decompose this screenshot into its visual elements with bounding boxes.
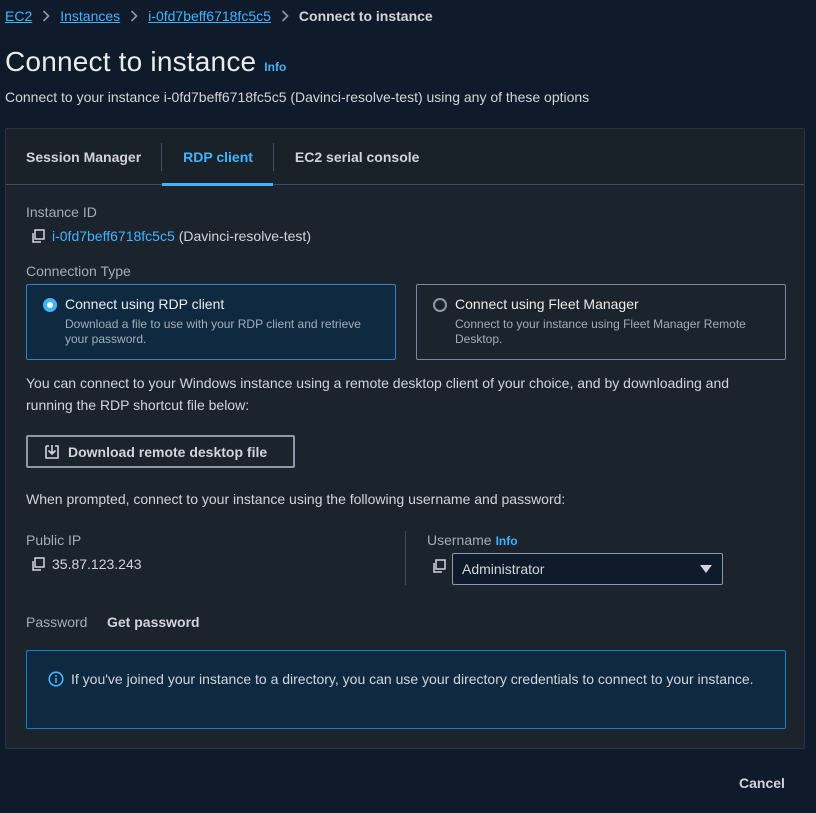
- username-label: Username: [427, 532, 492, 548]
- tab-rdp-client[interactable]: RDP client: [162, 129, 273, 186]
- radio-connect-fleet-manager[interactable]: Connect using Fleet Manager Connect to y…: [416, 284, 786, 360]
- prompt-text: When prompted, connect to your instance …: [26, 491, 566, 507]
- instance-name: (Davinci-resolve-test): [178, 228, 311, 244]
- title-info-link[interactable]: Info: [264, 60, 286, 74]
- page-title: Connect to instance: [5, 46, 257, 77]
- public-ip-value: 35.87.123.243: [52, 556, 142, 572]
- connect-panel: Session Manager RDP client EC2 serial co…: [5, 128, 805, 749]
- column-divider: [405, 531, 406, 585]
- tab-ec2-serial-console[interactable]: EC2 serial console: [274, 129, 440, 185]
- password-label: Password: [26, 614, 88, 630]
- page-subtitle: Connect to your instance i-0fd7beff6718f…: [5, 89, 590, 105]
- breadcrumb: EC2 Instances i-0fd7beff6718fc5c5 Connec…: [5, 6, 433, 26]
- chevron-right-icon: [281, 10, 289, 22]
- breadcrumb-ec2-link[interactable]: EC2: [5, 8, 32, 24]
- download-button-label: Download remote desktop file: [68, 443, 268, 460]
- radio-description: Download a file to use with your RDP cli…: [65, 317, 361, 346]
- chevron-right-icon: [130, 10, 138, 22]
- instance-id-row: i-0fd7beff6718fc5c5 (Davinci-resolve-tes…: [30, 228, 311, 244]
- alert-text: If you've joined your instance to a dire…: [71, 671, 754, 687]
- instance-id-link[interactable]: i-0fd7beff6718fc5c5: [52, 228, 175, 244]
- chevron-right-icon: [42, 10, 50, 22]
- radio-connect-rdp-client[interactable]: Connect using RDP client Download a file…: [26, 284, 396, 360]
- copy-icon[interactable]: [431, 558, 447, 574]
- caret-down-icon: [700, 565, 712, 573]
- instance-id-label: Instance ID: [26, 204, 97, 220]
- info-alert: If you've joined your instance to a dire…: [26, 650, 786, 729]
- breadcrumb-instances-link[interactable]: Instances: [60, 8, 120, 24]
- username-info-link[interactable]: Info: [496, 534, 518, 548]
- copy-icon[interactable]: [30, 556, 46, 572]
- rdp-intro-text: You can connect to your Windows instance…: [26, 375, 730, 413]
- download-rdp-file-button[interactable]: Download remote desktop file: [26, 435, 295, 468]
- breadcrumb-instance-id-link[interactable]: i-0fd7beff6718fc5c5: [148, 8, 271, 24]
- username-label-row: Username Info: [427, 532, 518, 548]
- username-select-value: Administrator: [462, 561, 545, 577]
- radio-title: Connect using RDP client: [65, 296, 225, 312]
- breadcrumb-current: Connect to instance: [298, 8, 433, 24]
- cancel-button[interactable]: Cancel: [739, 775, 785, 791]
- radio-selected-icon: [43, 298, 57, 312]
- download-icon: [44, 444, 60, 460]
- public-ip-row: 35.87.123.243: [30, 556, 142, 572]
- copy-icon[interactable]: [30, 228, 46, 244]
- radio-description: Connect to your instance using Fleet Man…: [455, 317, 746, 346]
- info-icon: [48, 671, 64, 687]
- get-password-link[interactable]: Get password: [107, 614, 200, 630]
- tab-list: Session Manager RDP client EC2 serial co…: [6, 129, 804, 186]
- radio-unselected-icon: [433, 298, 447, 312]
- radio-title: Connect using Fleet Manager: [455, 296, 639, 312]
- connection-type-label: Connection Type: [26, 263, 131, 279]
- page-header: Connect to instance Info: [5, 46, 286, 78]
- tab-session-manager[interactable]: Session Manager: [6, 129, 161, 185]
- public-ip-label: Public IP: [26, 532, 82, 548]
- username-select[interactable]: Administrator: [452, 553, 723, 585]
